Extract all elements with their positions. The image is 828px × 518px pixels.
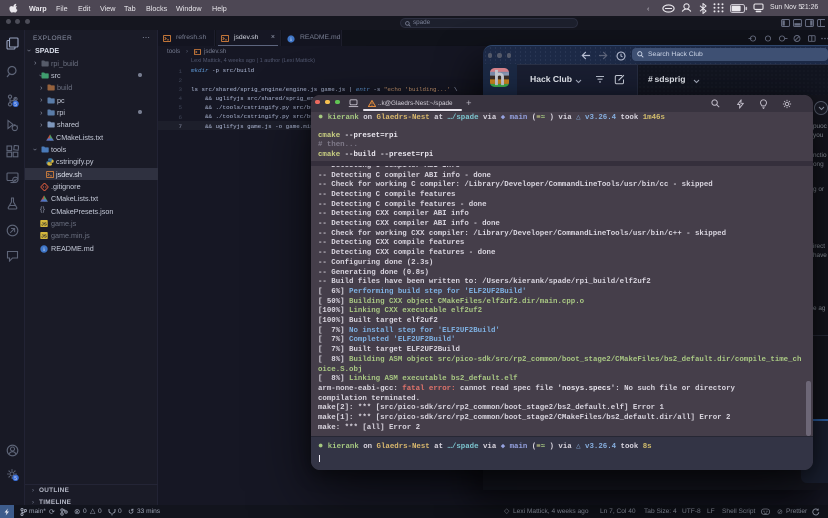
svg-text:JS: JS — [41, 234, 47, 239]
svg-text:5: 5 — [14, 101, 17, 106]
svg-text:JS: JS — [41, 221, 47, 226]
svg-text:5: 5 — [14, 475, 17, 480]
